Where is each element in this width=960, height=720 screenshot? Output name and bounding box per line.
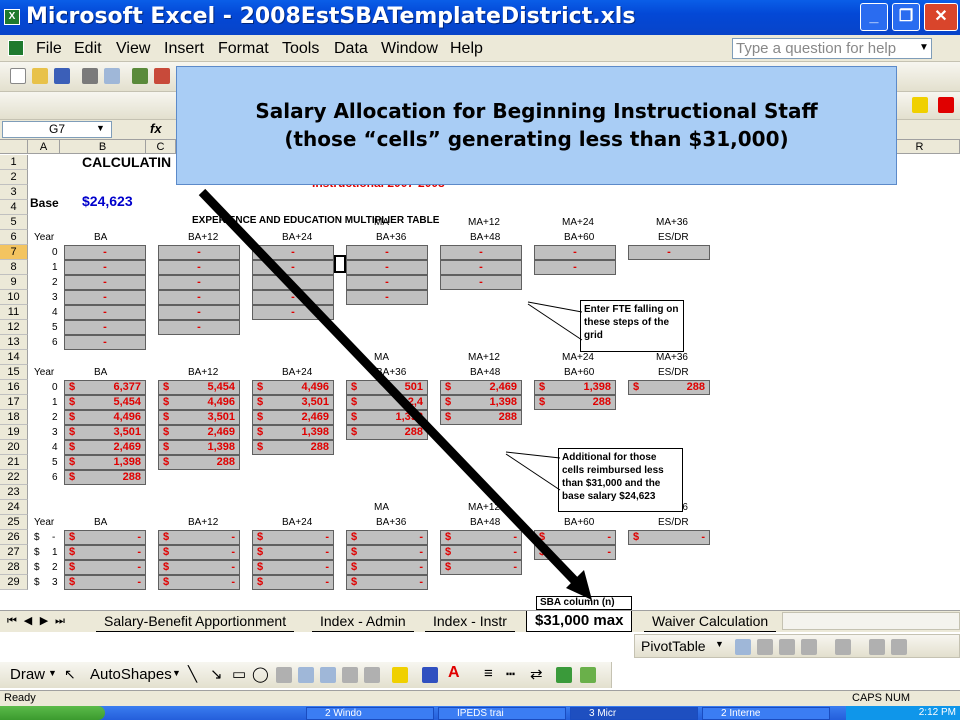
taskbar-item[interactable]: 3 Micr [570,707,698,720]
format-report-icon[interactable] [735,639,751,655]
research-icon[interactable] [154,68,170,84]
help-search-input[interactable]: Type a question for help [732,38,932,59]
select-objects-icon[interactable]: ↖ [64,666,76,683]
taskbar-item[interactable]: 2 Windo [306,707,434,720]
tab-index-admin[interactable]: Index - Admin [312,611,414,632]
menu-format[interactable]: Format [218,39,269,59]
field-settings-icon[interactable] [869,639,885,655]
shadow-style-icon[interactable] [556,667,572,683]
3d-style-icon[interactable] [580,667,596,683]
chart-wizard-icon[interactable] [757,639,773,655]
menu-tools[interactable]: Tools [282,39,319,59]
menu-insert[interactable]: Insert [164,39,204,59]
excel-app-icon[interactable]: X [4,9,20,25]
system-tray-clock: 2:12 PM [846,706,960,720]
chevron-down-icon[interactable]: ▼ [96,123,105,133]
tab-waiver-calculation[interactable]: Waiver Calculation [644,611,777,632]
draw-menu[interactable]: Draw [10,666,45,683]
callout-line-1: Salary Allocation for Beginning Instruct… [255,99,818,123]
menu-data[interactable]: Data [334,39,368,59]
tab-index-instr[interactable]: Index - Instr [425,611,515,632]
line-color-icon[interactable] [422,667,438,683]
status-bar: Ready CAPS NUM [0,690,960,706]
diagram-icon[interactable] [320,667,336,683]
text-box-icon[interactable] [276,667,292,683]
spelling-icon[interactable] [132,68,148,84]
callout-lines [334,255,583,491]
dash-style-icon[interactable]: ┅ [506,665,515,683]
rectangle-icon[interactable]: ▭ [232,665,246,683]
drawing-toolbar: Draw ▼ ↖ AutoShapes ▼ ╲ ↘ ▭ ◯ A ≡ ┅ ⇄ [0,662,612,688]
taskbar-item[interactable]: 2 Interne [702,707,830,720]
close-button[interactable]: ✕ [924,3,958,31]
taskbar-item[interactable]: IPEDS trai [438,707,566,720]
next-sheet-icon[interactable]: ▶ [38,615,50,627]
tab-salary-benefit[interactable]: Salary-Benefit Apportionment [96,611,295,632]
arrow-style-icon[interactable]: ⇄ [530,665,543,683]
chevron-down-icon[interactable]: ▼ [918,42,930,54]
status-indicators: CAPS NUM [852,692,911,704]
prev-sheet-icon[interactable]: ◀ [22,615,34,627]
chevron-down-icon[interactable]: ▼ [172,668,181,678]
menu-view[interactable]: View [116,39,150,59]
autoshapes-menu[interactable]: AutoShapes [90,666,172,683]
annotation-callout: Salary Allocation for Beginning Instruct… [176,66,897,185]
horizontal-scrollbar[interactable] [782,612,960,630]
restore-button[interactable]: ❐ [892,3,920,31]
title-bar: X Microsoft Excel - 2008EstSBATemplateDi… [0,0,960,35]
show-field-list-icon[interactable] [891,639,907,655]
chevron-down-icon[interactable]: ▼ [48,668,57,678]
show-detail-icon[interactable] [801,639,817,655]
fill-color-icon[interactable] [392,667,408,683]
first-sheet-icon[interactable]: ⏮ [6,615,18,627]
wordart-icon[interactable] [298,667,314,683]
windows-taskbar: 2 Windo IPEDS trai 3 Micr 2 Interne 2:12… [0,706,960,720]
pivot-toolbar: PivotTable ▼ [634,634,960,658]
workbook-icon[interactable] [8,40,24,56]
pivot-table-menu[interactable]: PivotTable [641,638,706,654]
picture-icon[interactable] [364,667,380,683]
menu-edit[interactable]: Edit [74,39,102,59]
line-icon[interactable]: ╲ [188,665,197,683]
worksheet-grid[interactable]: A B C R 1 2 3 4 5 6 7 8 9 10 11 12 13 14 15 16 17 18 19 20 2… [0,140,960,610]
minimize-button[interactable]: _ [860,3,888,31]
menu-window[interactable]: Window [381,39,438,59]
insert-function-icon[interactable]: fx [150,121,162,136]
new-icon[interactable] [10,68,26,84]
window-title: Microsoft Excel - 2008EstSBATemplateDist… [26,4,636,29]
start-button[interactable] [0,706,105,720]
callout-line-2: (those “cells” generating less than $31,… [284,127,789,151]
menu-help[interactable]: Help [450,39,483,59]
clip-art-icon[interactable] [342,667,358,683]
menu-file[interactable]: File [36,39,62,59]
last-sheet-icon[interactable]: ⏭ [54,615,66,627]
font-color-icon[interactable] [938,97,954,113]
font-color-icon[interactable]: A [448,664,460,682]
oval-icon[interactable]: ◯ [252,665,269,683]
tab-31000-max[interactable]: $31,000 max [526,611,633,632]
open-icon[interactable] [32,68,48,84]
hide-detail-icon[interactable] [779,639,795,655]
refresh-data-icon[interactable] [835,639,851,655]
status-ready: Ready [4,692,36,704]
chevron-down-icon[interactable]: ▼ [715,639,724,649]
save-icon[interactable] [54,68,70,84]
fill-color-icon[interactable] [912,97,928,113]
arrow-icon[interactable]: ↘ [210,665,223,683]
print-preview-icon[interactable] [104,68,120,84]
print-icon[interactable] [82,68,98,84]
line-style-icon[interactable]: ≡ [484,665,493,682]
